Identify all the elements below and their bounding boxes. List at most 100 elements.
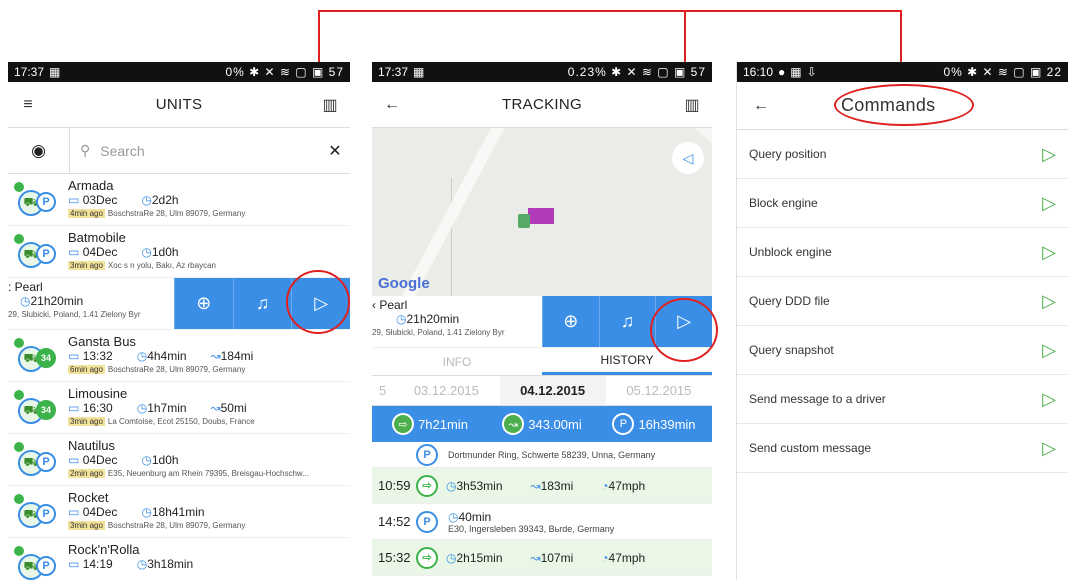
navigation-arrow-icon: ◁ — [682, 149, 694, 166]
unit-address: BoschstraRe 28, Ulm 89079, Germany — [107, 365, 246, 374]
back-arrow-icon[interactable]: ← — [751, 97, 771, 115]
command-label: Unblock engine — [749, 245, 832, 259]
history-duration: 2h15min — [456, 550, 503, 565]
unit-date: 14:19 — [82, 557, 113, 571]
map-icon[interactable]: ▥ — [320, 95, 340, 115]
history-duration: 3h53min — [456, 478, 503, 493]
menu-icon[interactable]: ≡ — [18, 96, 38, 114]
send-command-icon[interactable]: ▷ — [1042, 144, 1056, 165]
unit-duration: 1d0h — [151, 245, 179, 259]
unit-duration: 18h41min — [151, 505, 205, 519]
history-time: 15:32 — [378, 550, 411, 565]
command-item[interactable]: Query DDD file ▷ — [737, 277, 1068, 326]
time-ago-badge: 3min ago — [68, 261, 105, 270]
unit-date: 04Dec — [82, 245, 118, 259]
unit-address: Xoc s n yolu, Bakı, Az rbaycan — [107, 261, 216, 270]
back-arrow-icon[interactable]: ← — [382, 96, 402, 114]
unit-name: Gansta Bus — [68, 334, 136, 349]
parking-icon: P — [612, 413, 635, 435]
send-command-icon[interactable]: ▷ — [1042, 438, 1056, 459]
list-item[interactable]: ⛟ P Rocket ▭ 04Dec ◷18h41min 3min ago Bosch… — [8, 486, 350, 538]
my-location-button[interactable]: ◁ — [672, 142, 704, 174]
command-item[interactable]: Send message to a driver ▷ — [737, 375, 1068, 424]
date-next[interactable]: 05.12.2015 — [606, 383, 712, 398]
date-current[interactable]: 04.12.2015 — [499, 376, 606, 405]
send-command-icon[interactable]: ▷ — [1042, 340, 1056, 361]
map-view[interactable]: ◁ Google — [372, 128, 712, 296]
unit-date: 13:32 — [82, 349, 113, 363]
driving-icon: ⇨ — [416, 474, 438, 497]
date-prev-edge[interactable]: 5 — [372, 383, 393, 398]
summary-parking-time: 16h39min — [638, 416, 696, 432]
send-command-icon[interactable]: ▷ — [1042, 242, 1056, 263]
page-title: TRACKING — [502, 96, 582, 113]
unit-name: Batmobile — [68, 230, 126, 245]
status-indicators: 0.23% ✱ ✕ ≋ ▢ ▣ 57 — [567, 65, 706, 79]
bell-icon: ♫ — [620, 311, 635, 331]
unit-date: 16:30 — [82, 401, 113, 415]
chat-icon: ● — [778, 65, 786, 79]
command-item[interactable]: Unblock engine ▷ — [737, 228, 1068, 277]
parking-icon: P — [416, 443, 438, 466]
time-ago-badge: 3min ago — [68, 521, 105, 530]
history-item[interactable]: 15:32 ⇨ ◷2h15min ↝107mi ◔47mph — [372, 540, 712, 576]
unit-icon: ⛟ 34 — [12, 338, 60, 380]
history-item[interactable]: 14:52 P ◷40min E30, Ingersleben 39343, Bьr… — [372, 504, 712, 540]
command-label: Send message to a driver — [749, 392, 886, 406]
history-item[interactable]: 10:59 ⇨ ◷3h53min ↝183mi ◔47mph — [372, 468, 712, 504]
command-item[interactable]: Block engine ▷ — [737, 179, 1068, 228]
clear-icon[interactable]: ✕ — [320, 141, 350, 161]
unit-name: Limousine — [68, 386, 128, 401]
unit-duration: 3h18min — [147, 557, 194, 571]
date-selector: 5 03.12.2015 04.12.2015 05.12.2015 — [372, 376, 712, 406]
unit-duration: 21h20min — [406, 312, 460, 326]
command-item[interactable]: Query position ▷ — [737, 130, 1068, 179]
crosshair-icon: ⊕ — [563, 311, 579, 331]
unit-address: 29, Słubicki, Poland, 1.41 Zielony Byr — [372, 328, 505, 337]
app-bar: ≡ UNITS ▥ — [8, 82, 350, 128]
unit-icon: ⛟ P — [12, 182, 60, 224]
send-command-icon[interactable]: ▷ — [1042, 291, 1056, 312]
history-item[interactable]: P Dortmunder Ring, Schwerte 58239, Unna,… — [372, 442, 712, 468]
status-indicators: 0% ✱ ✕ ≋ ▢ ▣ 22 — [943, 65, 1062, 79]
summary-distance: 343.00mi — [528, 416, 582, 432]
date-prev[interactable]: 03.12.2015 — [393, 383, 499, 398]
notification-button[interactable]: ♫ — [232, 278, 292, 329]
search-icon: ⚲ — [80, 142, 91, 158]
command-item[interactable]: Send custom message ▷ — [737, 424, 1068, 473]
unit-date: 04Dec — [82, 453, 118, 467]
history-speed: 47mph — [608, 478, 646, 493]
visibility-icon[interactable]: ◉ — [8, 128, 70, 173]
unit-duration: 1d0h — [151, 453, 179, 467]
list-item[interactable]: ⛟ P Nautilus ▭ 04Dec ◷1d0h 2min ago E35, Ne… — [8, 434, 350, 486]
unit-name: Rocket — [68, 490, 109, 505]
list-item[interactable]: ⛟ P Rock'n'Rolla ▭ 14:19 ◷3h18min — [8, 538, 350, 580]
command-label: Send custom message — [749, 441, 872, 455]
unit-name: : Pearl — [8, 280, 43, 294]
truck-marker-icon[interactable] — [518, 206, 554, 230]
command-item[interactable]: Query snapshot ▷ — [737, 326, 1068, 375]
locate-button[interactable]: ⊕ — [542, 296, 599, 347]
send-command-icon[interactable]: ▷ — [1042, 389, 1056, 410]
search-input[interactable]: ⚲ Search — [70, 142, 320, 159]
send-command-icon[interactable]: ▷ — [1042, 193, 1056, 214]
tab-info[interactable]: INFO — [372, 348, 542, 375]
image-icon: ▦ — [790, 65, 802, 79]
list-item[interactable]: ⛟ 34 Limousine ▭ 16:30 ◷1h7min ↝50mi 3min a… — [8, 382, 350, 434]
list-item[interactable]: ⛟ P Armada ▭ 03Dec ◷2d2h 4min ago Boschstra… — [8, 174, 350, 226]
unit-icon: ⛟ P — [12, 546, 60, 580]
time-ago-badge: 4min ago — [68, 209, 105, 218]
map-icon[interactable]: ▥ — [682, 95, 702, 115]
unit-duration: 2d2h — [151, 193, 179, 207]
notification-button[interactable]: ♫ — [598, 296, 656, 347]
locate-button[interactable]: ⊕ — [174, 278, 233, 329]
driving-icon: ⇨ — [416, 546, 438, 569]
page-title: UNITS — [155, 96, 203, 113]
status-time: 17:37 — [14, 65, 45, 79]
unit-icon: ⛟ P — [12, 442, 60, 484]
unit-address: La Comtoise, Ecot 25150, Doubs, France — [107, 417, 255, 426]
list-item[interactable]: ⛟ P Batmobile ▭ 04Dec ◷1d0h 3min ago Xoc s … — [8, 226, 350, 278]
unit-date: 04Dec — [82, 505, 118, 519]
history-summary: ⇨ 7h21min ↝ 343.00mi P 16h39min — [372, 406, 712, 442]
list-item[interactable]: ⛟ 34 Gansta Bus ▭ 13:32 ◷4h4min ↝184mi 6min… — [8, 330, 350, 382]
